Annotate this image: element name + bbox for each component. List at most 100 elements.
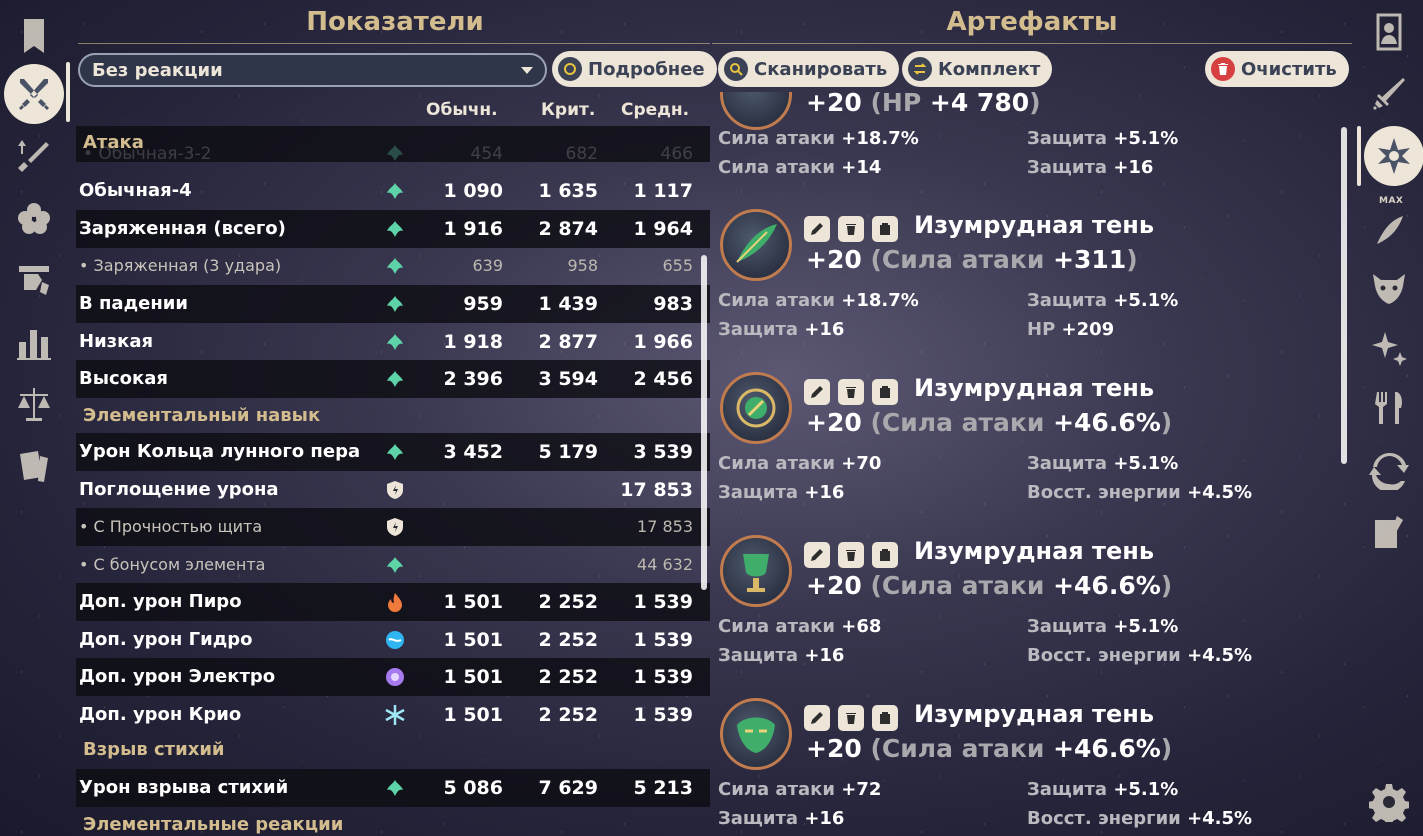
table-row: Заряженная (всего) 1 916 2 874 1 964 [76,210,710,248]
artifact-thumbnail [720,92,792,130]
refresh-icon[interactable] [1359,440,1419,500]
artifact-substat: Сила атаки +72 [718,779,882,800]
category-elemental-burst: Взрыв стихий [83,739,225,760]
anemo-icon [387,221,403,237]
sword-icon[interactable] [1359,64,1419,124]
artifact-card[interactable]: Изумрудная тень +20 (Сила атаки +46.6%) … [712,698,1352,836]
delete-button[interactable] [838,379,864,405]
max-feather-icon[interactable] [1359,198,1419,258]
weapon-upgrade-icon[interactable] [4,126,64,186]
equip-button[interactable] [872,216,898,242]
artifact-card[interactable]: Изумрудная тень +20 (Сила атаки +46.6%) … [712,535,1352,698]
stats-title-divider [78,43,710,44]
boss-mask-icon[interactable] [1359,258,1419,318]
stats-section-title: Показатели [306,7,484,37]
artifact-substat: Восст. энергии +4.5% [1027,808,1253,829]
bag-icon [880,223,890,235]
stats-table: Обычн. Крит. Средн. • Обычная-3-2 454 68… [76,92,710,836]
table-row: Поглощение урона 17 853 [79,478,693,501]
table-row: Урон взрыва стихий 5 086 7 629 5 213 [76,769,710,807]
artifact-thumbnail [720,209,792,281]
crossed-swords-icon[interactable] [4,64,64,124]
pencil-icon [811,712,823,724]
artifact-card[interactable]: Изумрудная тень +20 (Сила атаки +311) Си… [712,209,1352,372]
food-icon[interactable] [1359,378,1419,438]
details-button[interactable]: Подробнее [552,51,717,87]
magnifier-icon [724,57,748,81]
delete-button[interactable] [838,216,864,242]
clear-button[interactable]: Очистить [1205,51,1349,87]
delete-button[interactable] [838,542,864,568]
bar-chart-icon[interactable] [4,312,64,372]
character-portrait-icon[interactable] [1359,2,1419,62]
delete-button[interactable] [838,705,864,731]
artifact-thumbnail [720,535,792,607]
pencil-icon [811,386,823,398]
constellation-icon[interactable] [4,250,64,310]
artifact-list: +20 (HP +4 780) Сила атаки +18.7% Защита… [712,92,1352,836]
set-button[interactable]: Комплект [902,51,1053,87]
artifact-name: Изумрудная тень [914,211,1154,239]
artifact-thumbnail [720,372,792,444]
table-row: • Заряженная (3 удара) 639 958 655 [79,256,693,276]
edit-button[interactable] [804,705,830,731]
table-row: Обычная-4 1 090 1 635 1 117 [79,179,693,202]
notes-icon[interactable] [1359,502,1419,562]
chevron-down-icon [521,67,533,74]
anemo-icon [387,183,403,199]
mask-icon [737,717,775,753]
scales-icon[interactable] [4,374,64,434]
artifact-substat: Защита +5.1% [1027,290,1179,311]
active-tab-marker [66,62,70,122]
artifact-substat: Сила атаки +68 [718,616,882,637]
gear-icon[interactable] [1359,772,1419,832]
artifacts-scrollbar[interactable] [1341,127,1347,464]
category-attack: Атака [83,132,144,153]
anemo-icon [387,371,403,387]
artifact-card[interactable]: +20 (HP +4 780) Сила атаки +18.7% Защита… [712,92,1352,178]
artifact-substat: Защита +16 [718,808,845,829]
sparkles-icon[interactable] [1359,318,1419,378]
table-row: Урон Кольца лунного пера 3 452 5 179 3 5… [76,433,710,471]
set-button-label: Комплект [938,58,1041,80]
artifact-substat: Восст. энергии +4.5% [1027,482,1253,503]
circle-icon [558,57,582,81]
bag-icon [880,386,890,398]
details-button-label: Подробнее [588,58,705,80]
feather-icon [736,224,777,263]
artifact-substat: Защита +16 [718,319,845,340]
column-header-crit: Крит. [541,100,596,120]
category-elemental-skill: Элементальный навык [83,405,321,426]
team-cards-icon[interactable] [4,436,64,496]
artifact-thumbnail [720,698,792,770]
right-sidebar: MAX [1355,0,1423,836]
artifact-substat: Сила атаки +18.7% [718,290,919,311]
artifact-card[interactable]: Изумрудная тень +20 (Сила атаки +46.6%) … [712,372,1352,535]
edit-button[interactable] [804,379,830,405]
table-row: Доп. урон Крио 1 501 2 252 1 539 [79,703,693,726]
equip-button[interactable] [872,542,898,568]
trash-icon [1211,57,1235,81]
edit-button[interactable] [804,542,830,568]
anemo-icon [387,557,403,573]
electro-icon [386,668,404,686]
trash-icon [846,387,856,398]
anemo-icon [387,145,403,161]
artifact-substat: Защита +16 [718,482,845,503]
equip-button[interactable] [872,705,898,731]
active-tab-marker [1357,126,1361,186]
bookmark-icon[interactable] [4,6,64,66]
bag-icon [880,712,890,724]
stats-scrollbar[interactable] [701,255,707,590]
equip-button[interactable] [872,379,898,405]
shield-icon [387,481,403,499]
artifact-compass-icon[interactable] [1364,126,1423,186]
flower-icon[interactable] [4,188,64,248]
reaction-select[interactable]: Без реакции [78,53,547,87]
table-row: • С Прочностью щита 17 853 [76,508,710,546]
scan-button[interactable]: Сканировать [718,51,900,87]
artifact-substat: Защита +5.1% [1027,779,1179,800]
table-row: Высокая 2 396 3 594 2 456 [76,360,710,398]
edit-button[interactable] [804,216,830,242]
cryo-icon [385,705,405,725]
